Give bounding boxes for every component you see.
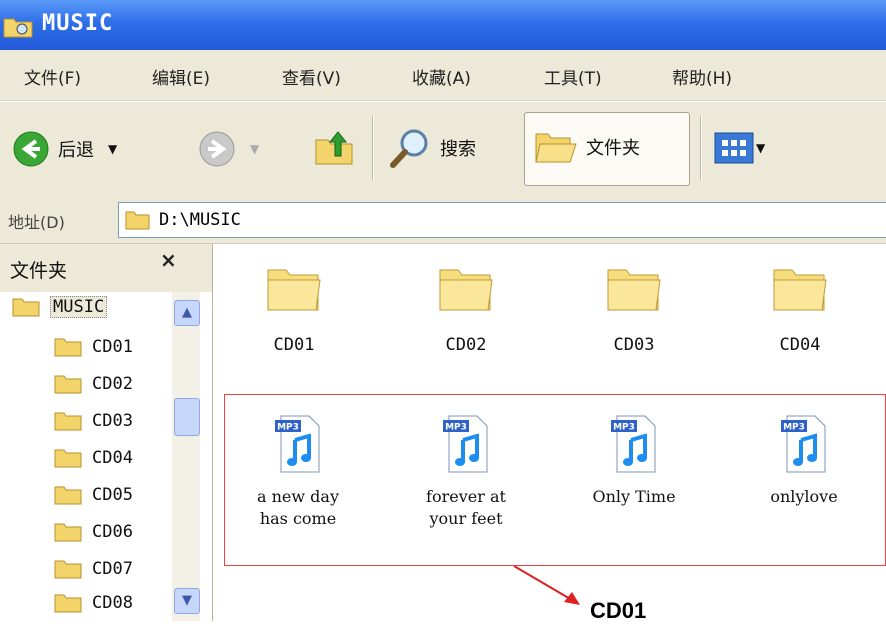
- folder-item-cd02[interactable]: CD02: [404, 262, 528, 355]
- tree-item-cd08[interactable]: CD08: [54, 592, 133, 614]
- folders-button-content[interactable]: 文件夹: [534, 128, 640, 166]
- search-button[interactable]: 搜索: [388, 126, 476, 170]
- toolbar: 后退 ▼ ▼ 搜索 文件夹 ▼: [0, 101, 886, 196]
- folder-item-cd01[interactable]: CD01: [232, 262, 356, 355]
- folder-icon: [267, 269, 321, 311]
- address-bar: 地址(D) D:\MUSIC: [0, 195, 886, 244]
- folder-icon: [54, 594, 82, 613]
- folder-icon: [54, 412, 82, 431]
- tree-item-cd02[interactable]: CD02: [54, 373, 133, 395]
- file-item-a-new-day-has-come[interactable]: MP3 a new day has come: [230, 414, 366, 530]
- back-button[interactable]: 后退 ▼: [12, 130, 117, 168]
- title-bar[interactable]: MUSIC: [0, 0, 886, 50]
- folder-icon: [54, 560, 82, 579]
- address-label: 地址(D): [8, 213, 65, 232]
- tree-item-cd03[interactable]: CD03: [54, 410, 133, 432]
- address-path: D:\MUSIC: [159, 210, 241, 230]
- forward-button[interactable]: ▼: [198, 130, 259, 168]
- address-input[interactable]: D:\MUSIC: [118, 202, 886, 238]
- menu-favorites[interactable]: 收藏(A): [412, 64, 471, 89]
- toolbar-separator: [700, 116, 702, 180]
- menu-help[interactable]: 帮助(H): [672, 64, 732, 89]
- folder-pane-scrollbar[interactable]: ▲ ▼: [172, 292, 200, 621]
- folder-icon: [54, 338, 82, 357]
- menu-tools[interactable]: 工具(T): [544, 64, 602, 89]
- svg-text:MP3: MP3: [445, 423, 467, 433]
- folder-item-cd04[interactable]: CD04: [738, 262, 862, 355]
- tree-item-cd06[interactable]: CD06: [54, 521, 133, 543]
- folder-item-cd03[interactable]: CD03: [572, 262, 696, 355]
- folder-icon: [54, 523, 82, 542]
- mp3-file-icon: MP3: [781, 415, 826, 473]
- tree-item-cd04[interactable]: CD04: [54, 447, 133, 469]
- file-item-onlylove[interactable]: MP3 onlylove: [734, 414, 874, 508]
- tree-item-cd05[interactable]: CD05: [54, 484, 133, 506]
- mp3-file-icon: MP3: [275, 415, 320, 473]
- up-folder-button[interactable]: [312, 126, 356, 168]
- folder-icon: [125, 211, 150, 230]
- tree-item-cd01[interactable]: CD01: [54, 336, 133, 358]
- close-icon[interactable]: ×: [160, 248, 177, 272]
- mp3-file-icon: MP3: [611, 415, 656, 473]
- folder-pane-header: 文件夹 ×: [0, 244, 212, 292]
- svg-text:MP3: MP3: [783, 423, 805, 433]
- folder-icon: [773, 269, 827, 311]
- folder-pane: 文件夹 × MUSIC CD01 CD02 CD03 CD04 CD05 CD0…: [0, 244, 213, 621]
- scroll-up-icon[interactable]: ▲: [174, 300, 200, 326]
- menu-edit[interactable]: 编辑(E): [152, 64, 210, 89]
- svg-text:MP3: MP3: [613, 423, 635, 433]
- back-arrow-icon: [13, 131, 49, 167]
- folder-pane-title: 文件夹: [10, 260, 68, 282]
- views-button[interactable]: ▼: [714, 132, 765, 164]
- file-item-only-time[interactable]: MP3 Only Time: [564, 414, 704, 508]
- folder-icon: [54, 486, 82, 505]
- annotation-label: CD01: [590, 598, 647, 623]
- toolbar-separator: [372, 116, 374, 180]
- svg-text:MP3: MP3: [277, 423, 299, 433]
- folder-icon: [607, 269, 661, 311]
- tree-item-music[interactable]: MUSIC: [12, 296, 108, 318]
- folder-search-icon: [3, 18, 33, 38]
- folder-icon: [439, 269, 493, 311]
- menu-file[interactable]: 文件(F): [24, 64, 81, 89]
- scroll-down-icon[interactable]: ▼: [174, 588, 200, 614]
- window-title: MUSIC: [42, 11, 114, 36]
- annotation-arrow-icon: [513, 565, 580, 605]
- up-folder-icon: [315, 131, 353, 165]
- folder-icon: [54, 449, 82, 468]
- open-folder-icon: [12, 298, 40, 317]
- folder-icon: [54, 375, 82, 394]
- forward-dropdown-icon[interactable]: ▼: [250, 142, 259, 156]
- mp3-file-icon: MP3: [443, 415, 488, 473]
- forward-arrow-icon: [199, 131, 235, 167]
- menu-view[interactable]: 查看(V): [282, 64, 341, 89]
- search-icon: [390, 129, 428, 168]
- file-item-forever-at-your-feet[interactable]: MP3 forever at your feet: [396, 414, 536, 530]
- views-icon: [714, 132, 754, 164]
- scrollbar-thumb[interactable]: [174, 398, 200, 436]
- tree-item-cd07[interactable]: CD07: [54, 558, 133, 580]
- folders-icon: [535, 133, 577, 163]
- menu-bar: 文件(F) 编辑(E) 查看(V) 收藏(A) 工具(T) 帮助(H): [0, 50, 886, 101]
- back-dropdown-icon[interactable]: ▼: [108, 142, 117, 156]
- views-dropdown-icon[interactable]: ▼: [756, 141, 765, 155]
